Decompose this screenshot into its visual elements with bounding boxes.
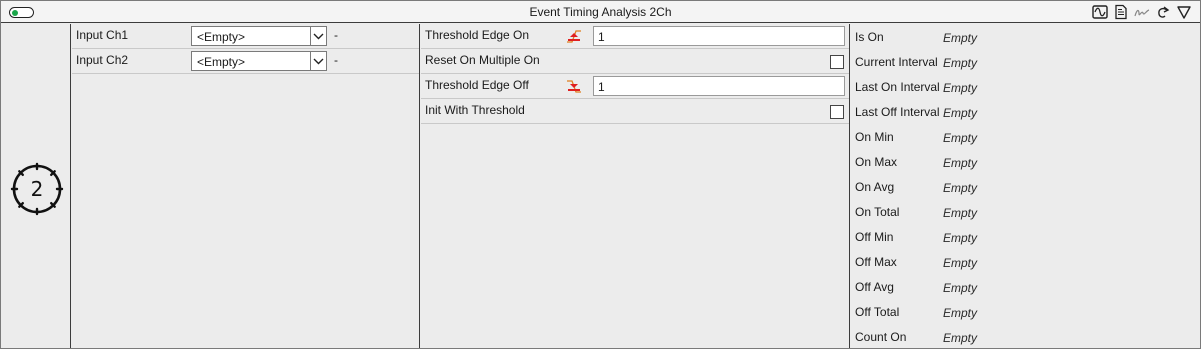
result-label: On Min bbox=[855, 130, 894, 144]
input-ch2-label: Input Ch2 bbox=[76, 53, 129, 67]
result-value: Empty bbox=[943, 306, 978, 320]
result-value: Empty bbox=[943, 231, 978, 245]
result-value: Empty bbox=[943, 31, 978, 45]
result-row: Off Max Empty bbox=[851, 249, 1200, 274]
result-label: Is On bbox=[855, 30, 884, 44]
param-row-init-with-threshold: Init With Threshold bbox=[421, 99, 849, 124]
chevron-down-icon[interactable] bbox=[310, 27, 326, 45]
result-value: Empty bbox=[943, 131, 978, 145]
result-row: Off Total Empty bbox=[851, 299, 1200, 324]
result-value: Empty bbox=[943, 81, 978, 95]
result-row: Last On Interval Empty bbox=[851, 74, 1200, 99]
result-row: On Min Empty bbox=[851, 124, 1200, 149]
chevron-down-icon[interactable] bbox=[310, 52, 326, 70]
result-row: Current Interval Empty bbox=[851, 49, 1200, 74]
redo-icon[interactable] bbox=[1155, 4, 1171, 20]
result-value: Empty bbox=[943, 256, 978, 270]
result-row: On Avg Empty bbox=[851, 174, 1200, 199]
badge-column: 2 bbox=[1, 24, 71, 348]
input-ch2-value: <Empty> bbox=[197, 55, 246, 69]
threshold-edge-off-input[interactable]: 1 bbox=[593, 76, 845, 96]
badge-number: 2 bbox=[31, 177, 44, 201]
input-ch1-unit: - bbox=[334, 28, 338, 42]
init-with-threshold-label: Init With Threshold bbox=[425, 103, 525, 117]
threshold-edge-on-label: Threshold Edge On bbox=[425, 28, 530, 42]
param-row-reset-on-multiple-on: Reset On Multiple On bbox=[421, 49, 849, 74]
threshold-edge-off-value: 1 bbox=[598, 80, 605, 94]
result-row: Is On Empty bbox=[851, 24, 1200, 49]
document-icon[interactable] bbox=[1113, 4, 1129, 20]
inputs-column: Input Ch1 <Empty> - Input Ch2 <Empty> - bbox=[72, 24, 420, 348]
result-row: Count On Empty bbox=[851, 324, 1200, 349]
input-ch2-select[interactable]: <Empty> bbox=[191, 51, 327, 71]
result-value: Empty bbox=[943, 206, 978, 220]
result-label: Off Min bbox=[855, 230, 894, 244]
result-row: Last Off Interval Empty bbox=[851, 99, 1200, 124]
result-value: Empty bbox=[943, 156, 978, 170]
module-panel: Event Timing Analysis 2Ch 2 Input Ch1 <E… bbox=[0, 0, 1201, 349]
reset-on-multiple-on-checkbox[interactable] bbox=[830, 55, 844, 69]
reset-on-multiple-on-label: Reset On Multiple On bbox=[425, 53, 540, 67]
parameters-column: Threshold Edge On 1 Reset On Multiple On… bbox=[421, 24, 850, 348]
result-label: Last Off Interval bbox=[855, 105, 940, 119]
falling-edge-icon[interactable] bbox=[566, 78, 582, 94]
result-row: On Max Empty bbox=[851, 149, 1200, 174]
collapse-triangle-icon[interactable] bbox=[1176, 4, 1192, 20]
threshold-edge-on-input[interactable]: 1 bbox=[593, 26, 845, 46]
result-row: On Total Empty bbox=[851, 199, 1200, 224]
results-column: Is On Empty Current Interval Empty Last On… bbox=[851, 24, 1200, 348]
result-row: Off Min Empty bbox=[851, 224, 1200, 249]
channel-count-dial-icon: 2 bbox=[10, 162, 64, 216]
result-value: Empty bbox=[943, 56, 978, 70]
waveform-icon[interactable] bbox=[1092, 4, 1108, 20]
result-value: Empty bbox=[943, 181, 978, 195]
input-ch2-unit: - bbox=[334, 53, 338, 67]
result-row: Off Avg Empty bbox=[851, 274, 1200, 299]
input-ch1-value: <Empty> bbox=[197, 30, 246, 44]
window-title: Event Timing Analysis 2Ch bbox=[529, 5, 672, 19]
result-label: Count On bbox=[855, 330, 907, 344]
title-bar: Event Timing Analysis 2Ch bbox=[1, 1, 1200, 23]
param-row-threshold-edge-off: Threshold Edge Off 1 bbox=[421, 74, 849, 99]
threshold-edge-off-label: Threshold Edge Off bbox=[425, 78, 529, 92]
result-label: On Avg bbox=[855, 180, 895, 194]
result-label: On Max bbox=[855, 155, 898, 169]
toolbar-icons bbox=[1092, 4, 1192, 20]
result-value: Empty bbox=[943, 281, 978, 295]
init-with-threshold-checkbox[interactable] bbox=[830, 105, 844, 119]
input-ch1-label: Input Ch1 bbox=[76, 28, 129, 42]
result-label: Off Avg bbox=[855, 280, 894, 294]
threshold-edge-on-value: 1 bbox=[598, 30, 605, 44]
result-label: Off Total bbox=[855, 305, 900, 319]
result-label: Current Interval bbox=[855, 55, 938, 69]
input-row-ch1: Input Ch1 <Empty> - bbox=[72, 24, 419, 49]
input-row-ch2: Input Ch2 <Empty> - bbox=[72, 49, 419, 74]
rising-edge-icon[interactable] bbox=[566, 28, 582, 44]
result-value: Empty bbox=[943, 331, 978, 345]
input-ch1-select[interactable]: <Empty> bbox=[191, 26, 327, 46]
result-label: On Total bbox=[855, 205, 900, 219]
signature-icon[interactable] bbox=[1134, 4, 1150, 20]
result-label: Last On Interval bbox=[855, 80, 940, 94]
param-row-threshold-edge-on: Threshold Edge On 1 bbox=[421, 24, 849, 49]
result-value: Empty bbox=[943, 106, 978, 120]
result-label: Off Max bbox=[855, 255, 897, 269]
